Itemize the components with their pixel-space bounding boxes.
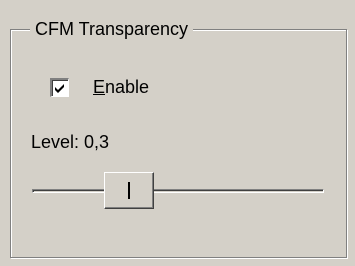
checkmark-icon <box>55 84 64 93</box>
slider-grip <box>128 182 130 199</box>
enable-checkbox-label[interactable]: Enable <box>93 76 149 98</box>
groupbox-title: CFM Transparency <box>30 18 194 40</box>
level-label: Level: 0,3 <box>31 132 110 152</box>
enable-label-text: nable <box>105 77 150 97</box>
accelerator-letter: E <box>93 77 106 97</box>
slider-track[interactable] <box>32 189 324 193</box>
slider-thumb[interactable] <box>104 172 154 209</box>
enable-checkbox[interactable] <box>50 78 69 97</box>
level-slider[interactable] <box>30 168 328 212</box>
